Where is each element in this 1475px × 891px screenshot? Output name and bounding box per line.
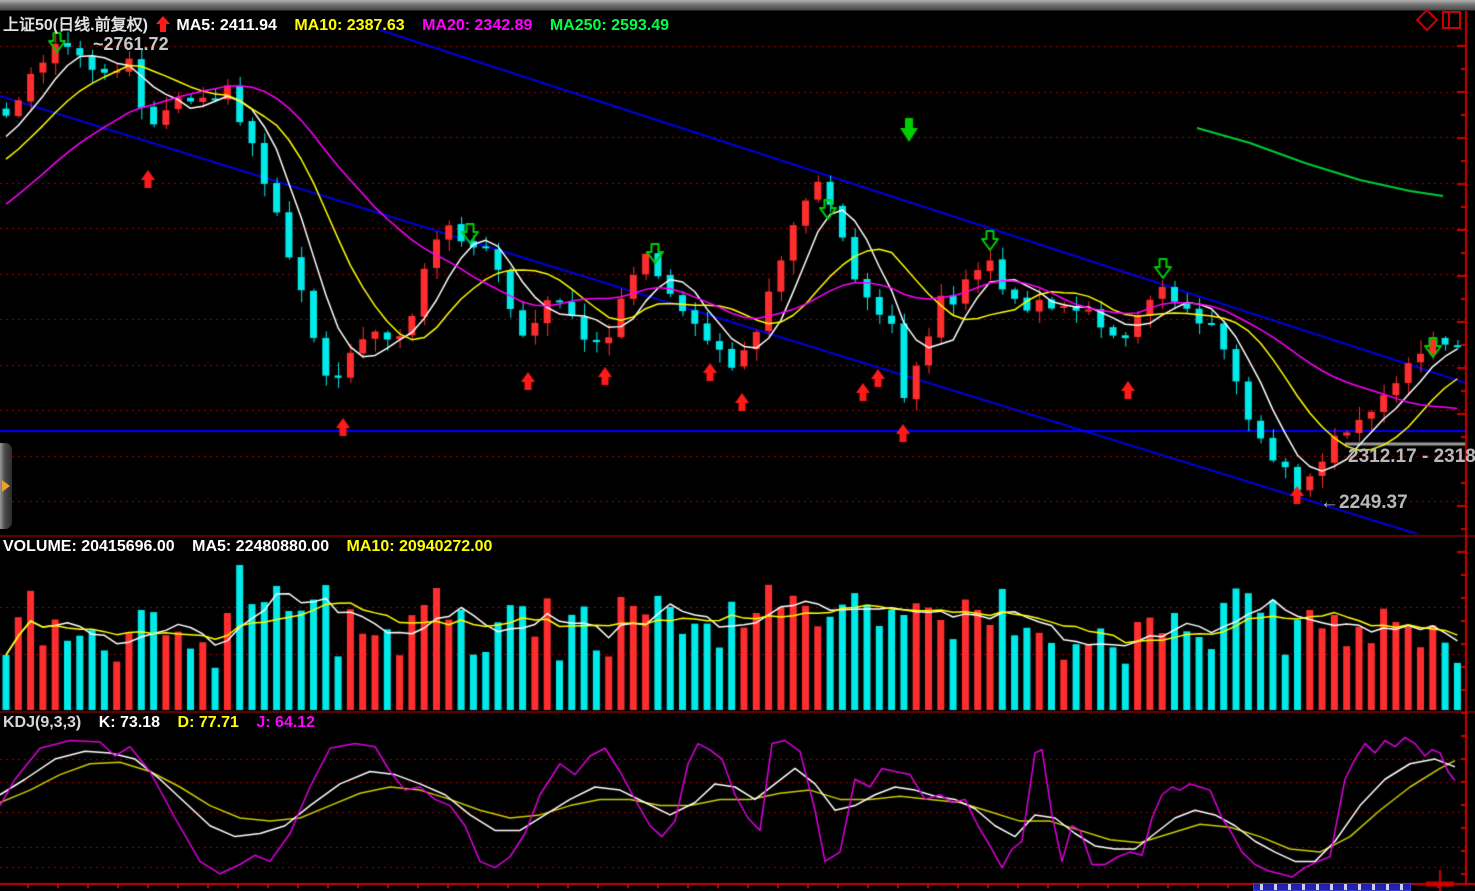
- kdj-d-value: D: 77.71: [178, 714, 239, 731]
- volume-ma5-value: MA5: 22480880.00: [192, 538, 329, 555]
- stock-chart-window: 上证50(日线.前复权) MA5: 2411.94 MA10: 2387.63 …: [0, 0, 1475, 891]
- timeline-selection-indicator[interactable]: [1253, 883, 1411, 891]
- chart-canvas[interactable]: [0, 0, 1475, 891]
- ma10-value: MA10: 2387.63: [294, 17, 404, 34]
- kdj-params: KDJ(9,3,3): [3, 714, 81, 731]
- price-pane-header: 上证50(日线.前复权) MA5: 2411.94 MA10: 2387.63 …: [3, 11, 682, 35]
- ma5-value: MA5: 2411.94: [176, 17, 277, 34]
- window-titlebar[interactable]: [0, 0, 1475, 11]
- ma250-value: MA250: 2593.49: [550, 17, 669, 34]
- diamond-icon[interactable]: [1416, 9, 1439, 32]
- low-price-annotation: ←2249.37: [1320, 492, 1408, 514]
- expand-arrow-icon: [2, 480, 10, 492]
- kdj-j-value: J: 64.12: [256, 714, 315, 731]
- sidebar-expand-button[interactable]: [0, 443, 12, 529]
- split-window-icon[interactable]: [1442, 11, 1461, 29]
- kdj-pane-header: KDJ(9,3,3) K: 73.18 D: 77.71 J: 64.12: [3, 714, 328, 732]
- kdj-k-value: K: 73.18: [99, 714, 160, 731]
- volume-ma10-value: MA10: 20940272.00: [347, 538, 493, 555]
- symbol-title: 上证50(日线.前复权): [3, 17, 148, 34]
- gap-range-annotation: 2312.17 - 2318: [1348, 446, 1475, 468]
- volume-pane-header: VOLUME: 20415696.00 MA5: 22480880.00 MA1…: [3, 538, 505, 556]
- buy-signal-up-arrow-icon: [156, 16, 170, 32]
- volume-value: VOLUME: 20415696.00: [3, 538, 175, 555]
- ma20-value: MA20: 2342.89: [422, 17, 532, 34]
- peak-price-annotation: ~2761.72: [93, 34, 169, 55]
